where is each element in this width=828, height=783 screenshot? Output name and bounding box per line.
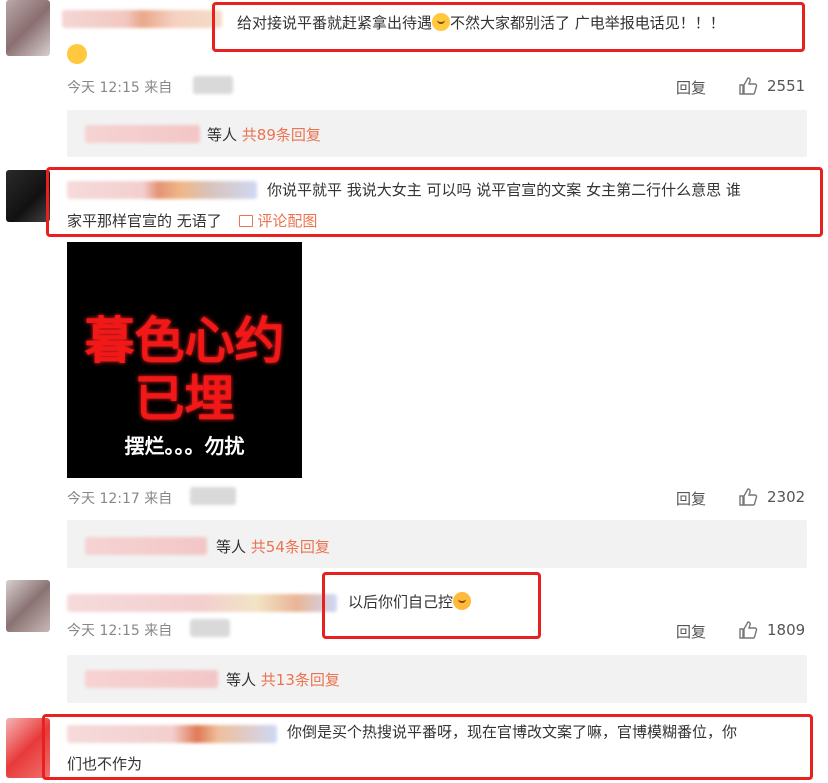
reply-summary[interactable]: 等人 共54条回复 — [216, 536, 330, 557]
like-count: 2302 — [767, 488, 806, 506]
reply-button[interactable]: 回复 — [676, 488, 706, 509]
device-blurred — [193, 76, 233, 94]
like-count: 1809 — [767, 621, 806, 639]
comment-meta: 今天 12:15 来自 — [67, 623, 173, 639]
comment-meta: 今天 12:15 来自 — [67, 80, 173, 96]
emoji-icon — [67, 44, 87, 64]
like-icon[interactable] — [738, 487, 758, 507]
comment-text: 以后你们自己控 — [348, 587, 472, 617]
replier-blurred — [85, 537, 207, 555]
reply-summary[interactable]: 等人 共13条回复 — [226, 669, 340, 690]
avatar[interactable] — [6, 718, 50, 778]
comment-text: 你倒是买个热搜说平番呀，现在官博改文案了嘛，官博模糊番位，你 — [287, 723, 738, 741]
like-icon[interactable] — [738, 620, 758, 640]
username-blurred[interactable] — [67, 181, 257, 199]
reply-summary[interactable]: 等人 共89条回复 — [207, 124, 321, 145]
comment-image[interactable]: 暮色心约 已埋 摆烂。。。勿扰 — [67, 242, 302, 478]
comment-text-line2: 们也不作为 — [67, 755, 143, 773]
username-blurred[interactable] — [67, 725, 277, 743]
like-icon[interactable] — [738, 76, 758, 96]
avatar[interactable] — [6, 170, 50, 222]
reply-button[interactable]: 回复 — [676, 621, 706, 642]
emoji-icon — [432, 13, 451, 31]
image-caption-sub: 摆烂。。。勿扰 — [124, 434, 245, 458]
comment-text: 你说平就平 我说大女主 可以吗 说平官宣的文案 女主第二行什么意思 谁 — [267, 181, 741, 199]
image-caption-main: 暮色心约 已埋 — [84, 312, 285, 428]
image-icon — [238, 215, 253, 227]
username-blurred[interactable] — [62, 10, 222, 28]
replier-blurred — [85, 125, 200, 143]
avatar[interactable] — [6, 0, 50, 56]
replier-blurred — [85, 670, 218, 688]
device-blurred — [190, 619, 230, 637]
username-blurred[interactable] — [67, 594, 337, 612]
comment-image-link[interactable]: 评论配图 — [227, 212, 317, 230]
emoji-icon — [453, 592, 472, 610]
like-count: 2551 — [767, 77, 806, 95]
reply-button[interactable]: 回复 — [676, 77, 706, 98]
comment-meta: 今天 12:17 来自 — [67, 491, 173, 507]
device-blurred — [190, 487, 236, 505]
comment-text: 给对接说平番就赶紧拿出待遇 不然大家都别活了 广电举报电话见！！！ — [237, 13, 725, 32]
avatar[interactable] — [6, 580, 50, 632]
comment-text-line2: 家平那样官宣的 无语了 评论配图 — [67, 212, 318, 230]
